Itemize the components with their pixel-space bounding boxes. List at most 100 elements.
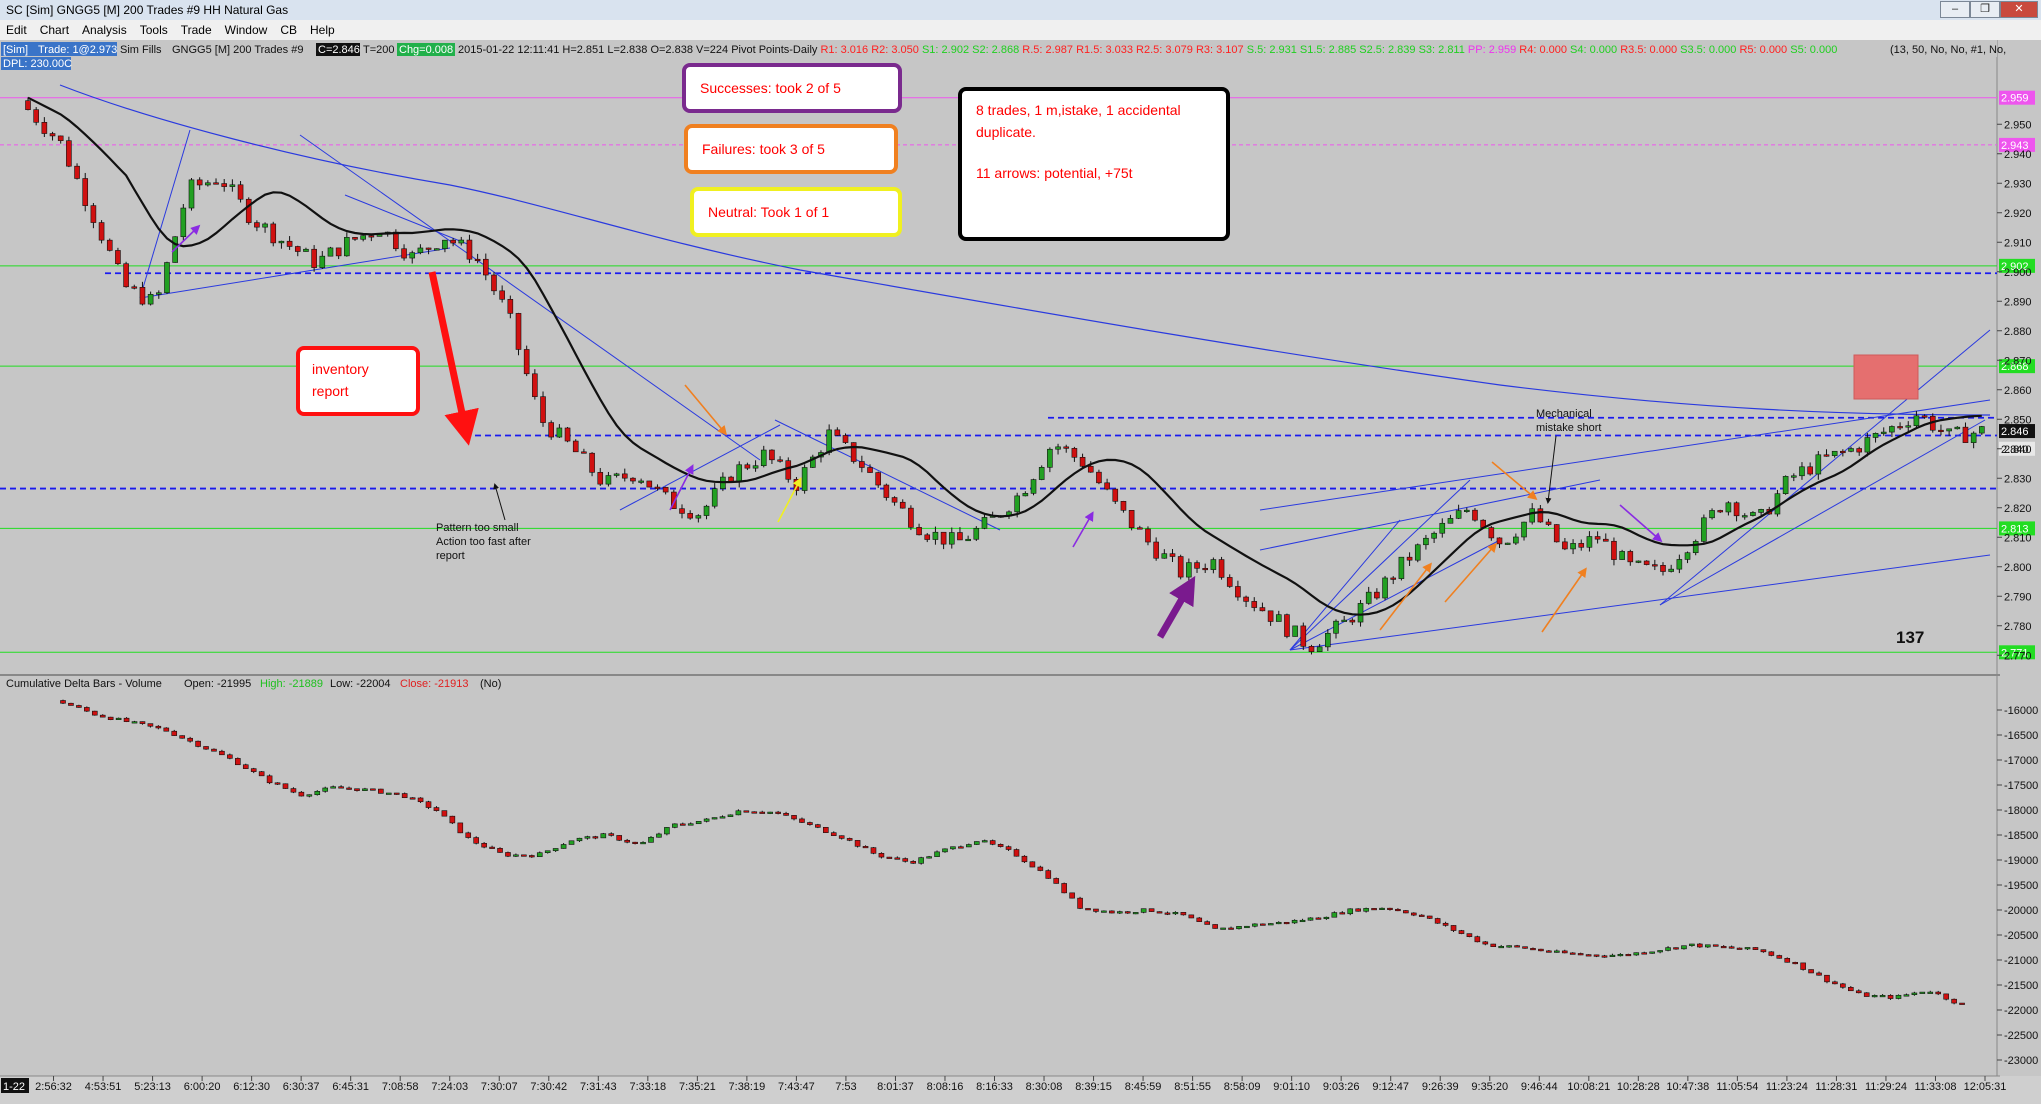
price-candle[interactable] [1022,493,1029,497]
price-candle[interactable] [638,480,644,483]
price-candle[interactable] [703,505,710,516]
delta-candle[interactable] [783,812,789,816]
delta-candle[interactable] [1236,926,1242,930]
price-candle[interactable] [213,182,219,185]
price-candle[interactable] [875,472,882,486]
delta-candle[interactable] [385,792,392,795]
price-candle[interactable] [1464,509,1470,512]
delta-candle[interactable] [203,746,209,750]
delta-candle[interactable] [1665,947,1671,951]
price-candle[interactable] [360,235,366,240]
price-candle[interactable] [319,255,326,268]
price-candle[interactable] [1251,601,1258,608]
delta-candle[interactable] [830,832,837,836]
menu-help[interactable]: Help [304,20,342,37]
delta-candle[interactable] [1291,919,1298,924]
price-candle[interactable] [883,484,890,498]
delta-candle[interactable] [513,854,519,857]
delta-candle[interactable] [1625,954,1632,957]
price-candle[interactable] [82,178,89,206]
price-candle[interactable] [1799,466,1805,477]
delta-candle[interactable] [1657,950,1663,953]
price-candle[interactable] [1365,591,1372,604]
price-candle[interactable] [90,205,97,223]
price-candle[interactable] [286,240,293,247]
price-candle[interactable] [801,467,808,491]
price-candle[interactable] [131,286,138,289]
delta-candle[interactable] [1450,925,1457,931]
price-candle[interactable] [1807,466,1813,475]
price-candle[interactable] [948,532,955,545]
delta-candle[interactable] [1768,951,1775,956]
price-candle[interactable] [687,513,693,519]
price-candle[interactable] [850,442,857,462]
price-candle[interactable] [1897,426,1903,429]
delta-candle[interactable] [838,835,845,839]
price-candle[interactable] [1848,448,1854,452]
price-candle[interactable] [180,207,187,238]
delta-candle[interactable] [1840,983,1846,988]
delta-candle[interactable] [1061,883,1067,894]
price-candle[interactable] [74,165,80,179]
delta-candle[interactable] [1697,943,1703,948]
delta-candle[interactable] [1593,954,1600,957]
delta-candle[interactable] [1712,944,1719,947]
delta-candle[interactable] [1371,908,1377,911]
price-candle[interactable] [1619,551,1625,560]
delta-candle[interactable] [1045,870,1052,879]
menu-chart[interactable]: Chart [34,20,76,37]
delta-candle[interactable] [378,788,384,794]
price-candle[interactable] [1275,614,1282,622]
delta-candle[interactable] [393,792,400,795]
delta-candle[interactable] [751,811,758,814]
price-candle[interactable] [1406,556,1413,561]
price-candle[interactable] [1913,415,1920,427]
price-candle[interactable] [196,179,203,186]
delta-candle[interactable] [409,797,416,800]
price-candle[interactable] [1954,426,1961,430]
price-candle[interactable] [1186,562,1192,578]
price-candle[interactable] [1038,467,1045,480]
delta-candle[interactable] [981,840,988,843]
delta-candle[interactable] [1403,910,1409,914]
delta-candle[interactable] [973,841,980,845]
delta-candle[interactable] [1212,924,1218,929]
price-candle[interactable] [1586,536,1593,548]
price-candle[interactable] [1414,544,1421,561]
price-candle[interactable] [859,461,865,468]
delta-candle[interactable] [179,735,185,739]
price-candle[interactable] [25,100,31,110]
price-candle[interactable] [1202,567,1208,571]
delta-candle[interactable] [1895,994,1902,999]
price-candle[interactable] [1308,646,1315,652]
price-candle[interactable] [1382,577,1388,599]
delta-candle[interactable] [910,861,917,864]
price-candle[interactable] [1177,556,1184,578]
price-candle[interactable] [188,179,195,209]
delta-candle[interactable] [1609,954,1616,957]
price-candle[interactable] [654,486,661,489]
price-candle[interactable] [1864,437,1871,453]
price-candle[interactable] [164,262,170,294]
price-candle[interactable] [842,435,849,443]
delta-candle[interactable] [362,788,368,791]
price-candle[interactable] [1112,488,1119,502]
price-candle[interactable] [1684,552,1691,560]
delta-candle[interactable] [274,782,281,785]
delta-candle[interactable] [1808,969,1814,974]
delta-candle[interactable] [640,842,646,845]
menu-tools[interactable]: Tools [134,20,175,37]
price-candle[interactable] [1055,446,1061,450]
delta-candle[interactable] [99,714,106,718]
price-candle[interactable] [1047,448,1053,468]
delta-candle[interactable] [1577,953,1584,956]
delta-candle[interactable] [1792,961,1798,965]
price-candle[interactable] [335,247,342,257]
delta-candle[interactable] [282,783,289,789]
delta-candle[interactable] [727,814,734,817]
delta-candle[interactable] [1776,955,1783,959]
delta-candle[interactable] [815,824,821,828]
delta-candle[interactable] [1021,855,1028,863]
price-candle[interactable] [352,237,358,240]
price-candle[interactable] [1243,596,1249,602]
